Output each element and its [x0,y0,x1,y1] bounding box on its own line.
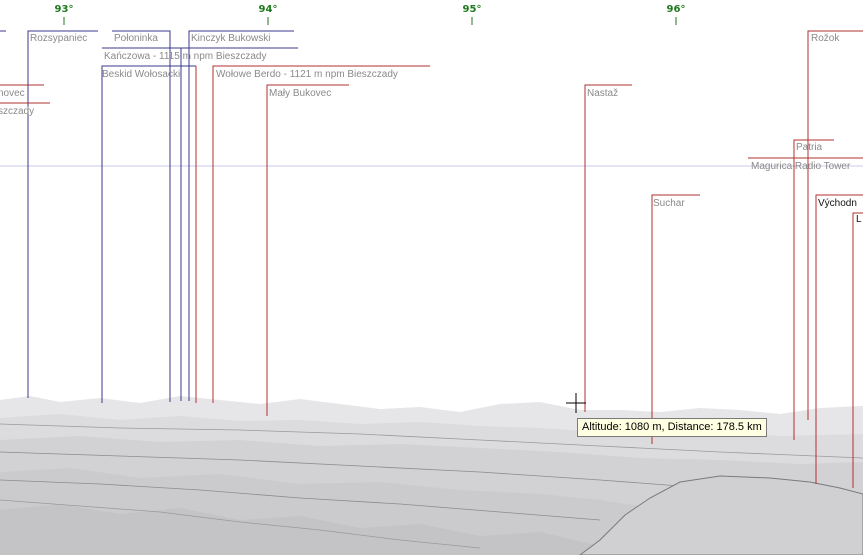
peak-suchar[interactable]: Suchar [651,194,700,444]
peak-maly-bukovec[interactable]: Mały Bukovec [266,84,349,416]
peak-label: Suchar [653,198,685,209]
peak-wolowe-berdo[interactable]: Wołowe Berdo - 1121 m npm Bieszczady [212,65,430,403]
peak-label: Połoninka [114,33,158,44]
peak-magurica-radio-tower[interactable]: Magurica Radio Tower [748,157,863,172]
peak-label: novec [0,88,25,99]
peak-label: Mały Bukovec [269,88,331,99]
peak-label: L [856,214,862,225]
peak-label: Kańczowa - 1115 m npm Bieszczady [104,51,266,62]
degree-93: 93° [55,4,74,15]
peak-patria[interactable]: Patria [793,139,834,440]
peak-label: Rožok [811,33,840,44]
peak-label: Wołowe Berdo - 1121 m npm Bieszczady [216,69,398,80]
peak-kanczowa[interactable]: Kańczowa - 1115 m npm Bieszczady [102,47,298,401]
peak-label: szczady [0,106,34,117]
peak-left-cut-novec[interactable]: novec [0,84,44,99]
panorama-view[interactable]: 93° 94° 95° 96° Rozsypaniec Połoninka Ki… [0,0,863,555]
panorama-canvas[interactable]: 93° 94° 95° 96° Rozsypaniec Połoninka Ki… [0,0,863,555]
peak-label: Kinczyk Bukowski [191,33,270,44]
peak-label: Patria [796,142,823,153]
peak-nastaz[interactable]: Nastaž [584,84,632,412]
degree-scale: 93° 94° 95° 96° [55,4,686,25]
peak-poloninka[interactable]: Połoninka [112,30,171,402]
degree-96: 96° [667,4,686,15]
degree-94: 94° [259,4,278,15]
peak-label: Rozsypaniec [30,33,87,44]
peak-left-cut-szczady[interactable]: szczady [0,102,50,117]
peak-label: Magurica Radio Tower [751,161,851,172]
altitude-distance-tooltip: Altitude: 1080 m, Distance: 178.5 km [577,418,767,437]
peak-label: Východn [818,198,857,209]
degree-95: 95° [463,4,482,15]
peak-rozsypaniec[interactable]: Rozsypaniec [27,30,98,398]
peak-label: Nastaž [587,88,618,99]
peak-label: Beskid Wołosacki [102,69,180,80]
peak-kinczyk-bukowski[interactable]: Kinczyk Bukowski [188,30,294,401]
peak-beskid-wolosacki[interactable]: Beskid Wołosacki [101,65,197,403]
